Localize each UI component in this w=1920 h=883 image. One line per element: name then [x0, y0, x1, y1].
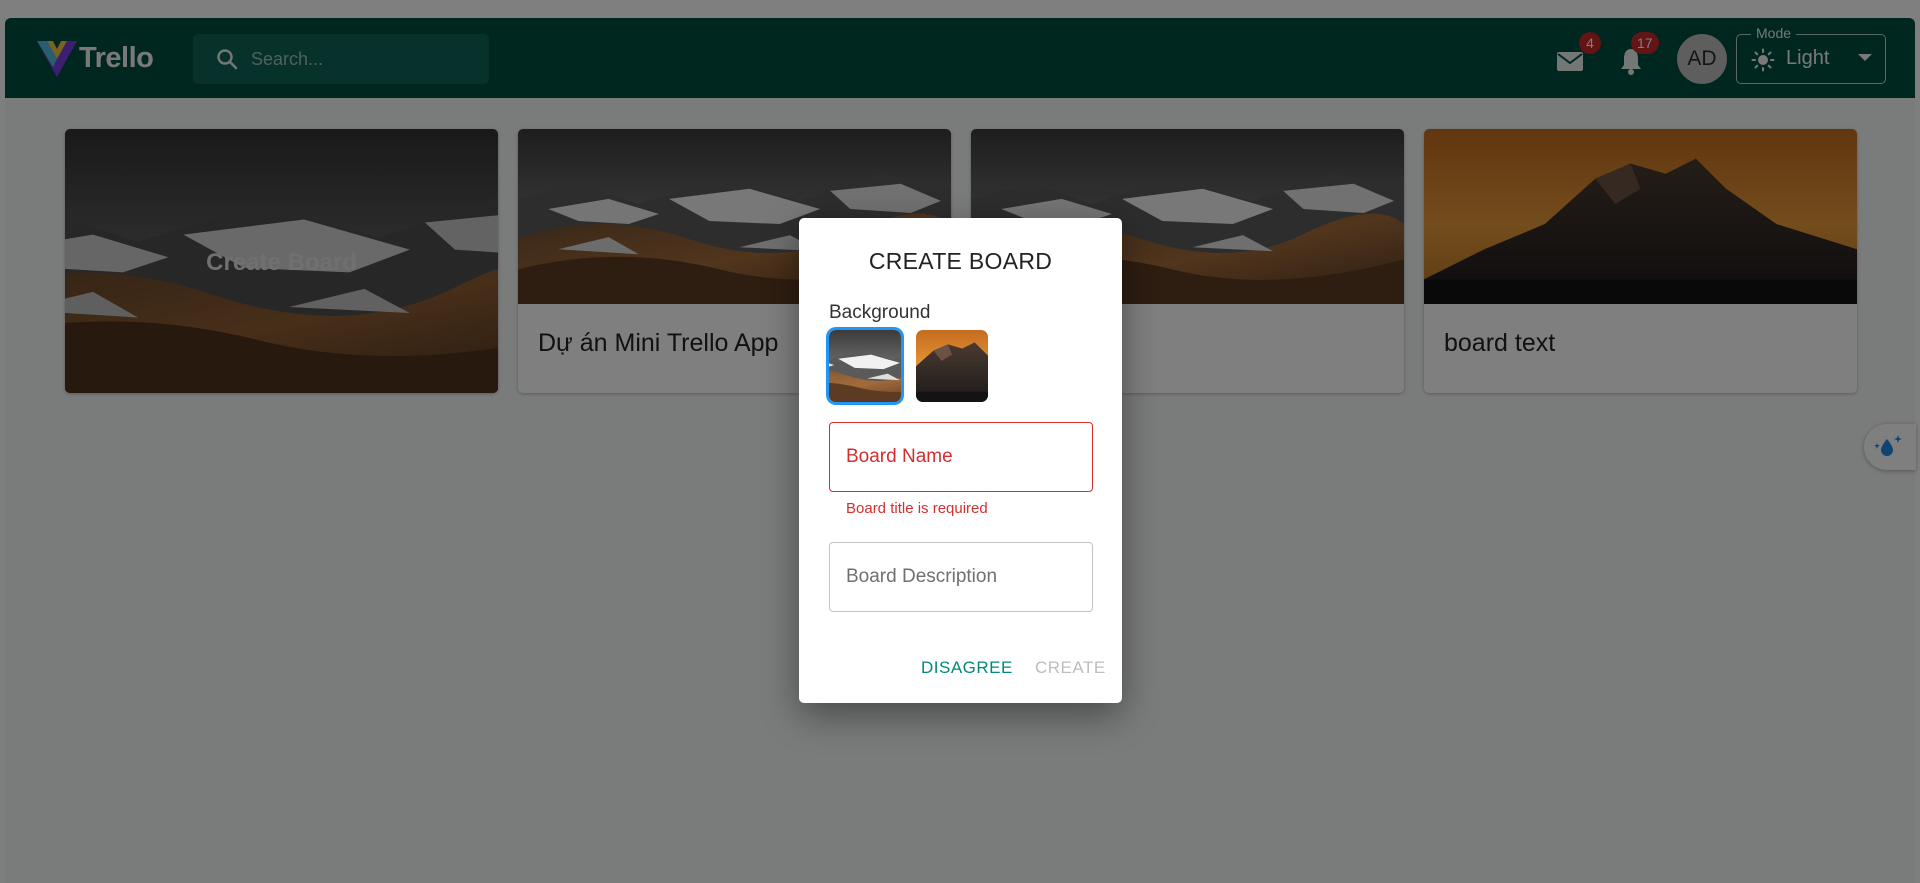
background-option-sunset[interactable]	[916, 330, 988, 402]
board-name-error: Board title is required	[846, 500, 988, 517]
board-description-input[interactable]	[846, 543, 1078, 611]
dialog-title: CREATE BOARD	[868, 248, 1053, 274]
board-name-field[interactable]	[829, 422, 1093, 492]
create-button[interactable]: CREATE	[1035, 658, 1106, 678]
background-label: Background	[829, 302, 931, 323]
sunset-mountain-thumbnail	[916, 330, 988, 402]
board-description-field[interactable]	[829, 542, 1093, 612]
board-name-input[interactable]	[846, 423, 1078, 491]
create-board-dialog: CREATE BOARD Background Board title is r…	[799, 218, 1122, 703]
snowy-mountain-thumbnail	[829, 330, 901, 402]
disagree-button[interactable]: DISAGREE	[921, 658, 1013, 678]
background-option-snowy[interactable]	[829, 330, 901, 402]
